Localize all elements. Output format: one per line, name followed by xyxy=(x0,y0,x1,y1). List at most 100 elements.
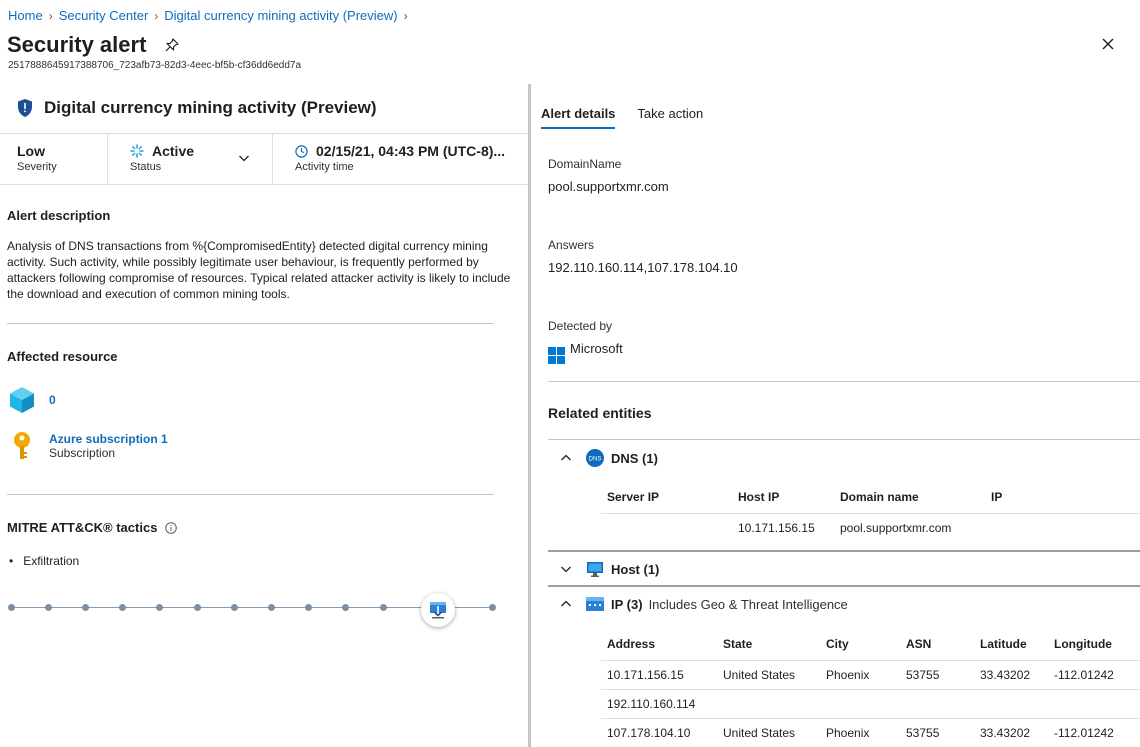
page-title-row: Security alert xyxy=(7,32,180,58)
timeline-stage-dot[interactable] xyxy=(342,604,349,611)
domain-name-label: DomainName xyxy=(548,157,622,171)
column-header[interactable]: City xyxy=(826,637,849,651)
timeline-stage-dot[interactable] xyxy=(231,604,238,611)
timeline-stage-dot[interactable] xyxy=(8,604,15,611)
alert-name: Digital currency mining activity (Previe… xyxy=(44,98,377,117)
mitre-title-row: MITRE ATT&CK® tactics xyxy=(7,520,178,535)
timeline-stage-dot[interactable] xyxy=(305,604,312,611)
alert-id: 2517888645917388706_723afb73-82d3-4eec-b… xyxy=(8,60,302,71)
shield-icon xyxy=(18,99,32,117)
column-header[interactable]: IP xyxy=(991,490,1002,504)
timeline-stage-dot[interactable] xyxy=(268,604,275,611)
column-header[interactable]: Host IP xyxy=(738,490,779,504)
column-header[interactable]: Address xyxy=(607,637,655,651)
alert-description-title: Alert description xyxy=(7,208,111,223)
exfiltration-icon xyxy=(430,602,446,619)
microsoft-logo-icon xyxy=(548,347,565,364)
breadcrumb-security-center[interactable]: Security Center xyxy=(59,8,149,23)
related-entities-title: Related entities xyxy=(548,405,652,421)
table-cell: 53755 xyxy=(906,726,940,740)
host-icon xyxy=(586,560,604,578)
column-header[interactable]: State xyxy=(723,637,752,651)
ip-group-label: IP (3) xyxy=(611,596,643,612)
pin-icon[interactable] xyxy=(164,37,180,53)
chevron-down-icon[interactable] xyxy=(238,152,250,164)
chevron-up-icon[interactable] xyxy=(560,598,572,610)
dns-badge-text: DNS xyxy=(589,457,602,463)
column-header[interactable]: ASN xyxy=(906,637,931,651)
breadcrumb-home[interactable]: Home xyxy=(8,8,43,23)
breadcrumb: Home › Security Center › Digital currenc… xyxy=(8,8,408,23)
alert-header: Digital currency mining activity (Previe… xyxy=(18,98,377,118)
resource-name[interactable]: 0 xyxy=(49,393,56,407)
divider xyxy=(548,439,1140,440)
tab-take-action[interactable]: Take action xyxy=(637,106,703,129)
detected-by-row: Microsoft xyxy=(548,341,623,364)
dns-icon: DNS xyxy=(586,449,604,467)
detected-by-value: Microsoft xyxy=(570,341,623,356)
column-header[interactable]: Server IP xyxy=(607,490,659,504)
answers-value: 192.110.160.114,107.178.104.10 xyxy=(548,260,738,275)
timeline-stage-dot[interactable] xyxy=(194,604,201,611)
timeline-stage-dot[interactable] xyxy=(82,604,89,611)
close-icon[interactable] xyxy=(1100,36,1116,52)
dns-group-header[interactable]: DNS DNS (1) xyxy=(548,441,1140,475)
status-value-row: Active xyxy=(130,143,272,159)
table-cell: 33.43202 xyxy=(980,668,1031,682)
timeline-active-stage[interactable] xyxy=(421,593,455,627)
timeline-stage-dot[interactable] xyxy=(489,604,496,611)
timeline-stage-dot[interactable] xyxy=(380,604,387,611)
status-value: Active xyxy=(152,143,195,159)
severity-value: Low xyxy=(17,143,45,159)
table-cell: 33.43202 xyxy=(980,726,1031,740)
column-header[interactable]: Domain name xyxy=(840,490,919,504)
divider xyxy=(7,494,494,495)
table-cell: 10.171.156.15 xyxy=(607,668,684,682)
table-cell: 10.171.156.15 xyxy=(738,521,815,535)
table-cell: 53755 xyxy=(906,668,940,682)
activity-time-label: Activity time xyxy=(295,161,354,173)
ip-group-sublabel: Includes Geo & Threat Intelligence xyxy=(648,596,848,612)
resource-text: Azure subscription 1 Subscription xyxy=(49,432,168,460)
table-cell: -112.01242 xyxy=(1054,726,1114,740)
resource-type: Subscription xyxy=(49,446,116,460)
ip-group-header[interactable]: IP (3) Includes Geo & Threat Intelligenc… xyxy=(548,587,1140,621)
severity-cell: Low Severity xyxy=(0,134,108,184)
divider xyxy=(548,381,1140,382)
clock-icon xyxy=(295,144,308,158)
timeline-stage-dot[interactable] xyxy=(156,604,163,611)
breadcrumb-separator-icon: › xyxy=(48,8,53,23)
answers-label: Answers xyxy=(548,238,595,252)
resource-item[interactable]: Azure subscription 1 Subscription xyxy=(9,430,168,462)
column-header[interactable]: Latitude xyxy=(980,637,1027,651)
info-icon[interactable] xyxy=(165,521,178,534)
activity-time-cell: 02/15/21, 04:43 PM (UTC-8)... Activity t… xyxy=(273,134,528,184)
activity-time-value: 02/15/21, 04:43 PM (UTC-8)... xyxy=(316,143,506,159)
resource-name[interactable]: Azure subscription 1 xyxy=(49,432,168,446)
table-cell: -112.01242 xyxy=(1054,668,1114,682)
tab-alert-details[interactable]: Alert details xyxy=(541,106,616,129)
timeline-stage-dot[interactable] xyxy=(45,604,52,611)
resource-item[interactable]: 0 xyxy=(9,386,56,414)
table-cell: Phoenix xyxy=(826,668,870,682)
affected-resource-title: Affected resource xyxy=(7,349,118,364)
status-cell[interactable]: Active Status xyxy=(108,134,273,184)
tab-bar: Alert details Take action xyxy=(541,106,703,129)
alert-details-panel: Alert details Take action DomainName poo… xyxy=(531,84,1140,747)
breadcrumb-separator-icon: › xyxy=(154,8,159,23)
summary-bar: Low Severity Active Status 02/15/21, 04:… xyxy=(0,133,528,185)
column-header[interactable]: Longitude xyxy=(1054,637,1112,651)
table-cell: United States xyxy=(723,668,796,682)
tactic-name: Exfiltration xyxy=(23,554,80,568)
table-row: 107.178.104.10 United States Phoenix 537… xyxy=(601,718,1140,747)
chevron-down-icon[interactable] xyxy=(560,563,572,575)
bullet-icon: • xyxy=(9,554,14,568)
table-row: 10.171.156.15 pool.supportxmr.com xyxy=(601,513,1140,542)
timeline-stage-dot[interactable] xyxy=(119,604,126,611)
chevron-up-icon[interactable] xyxy=(560,452,572,464)
breadcrumb-alert[interactable]: Digital currency mining activity (Previe… xyxy=(164,8,397,23)
detected-by-label: Detected by xyxy=(548,319,613,333)
table-cell: 192.110.160.114 xyxy=(607,697,696,711)
mitre-title: MITRE ATT&CK® tactics xyxy=(7,520,158,535)
host-group-header[interactable]: Host (1) xyxy=(548,552,1140,586)
